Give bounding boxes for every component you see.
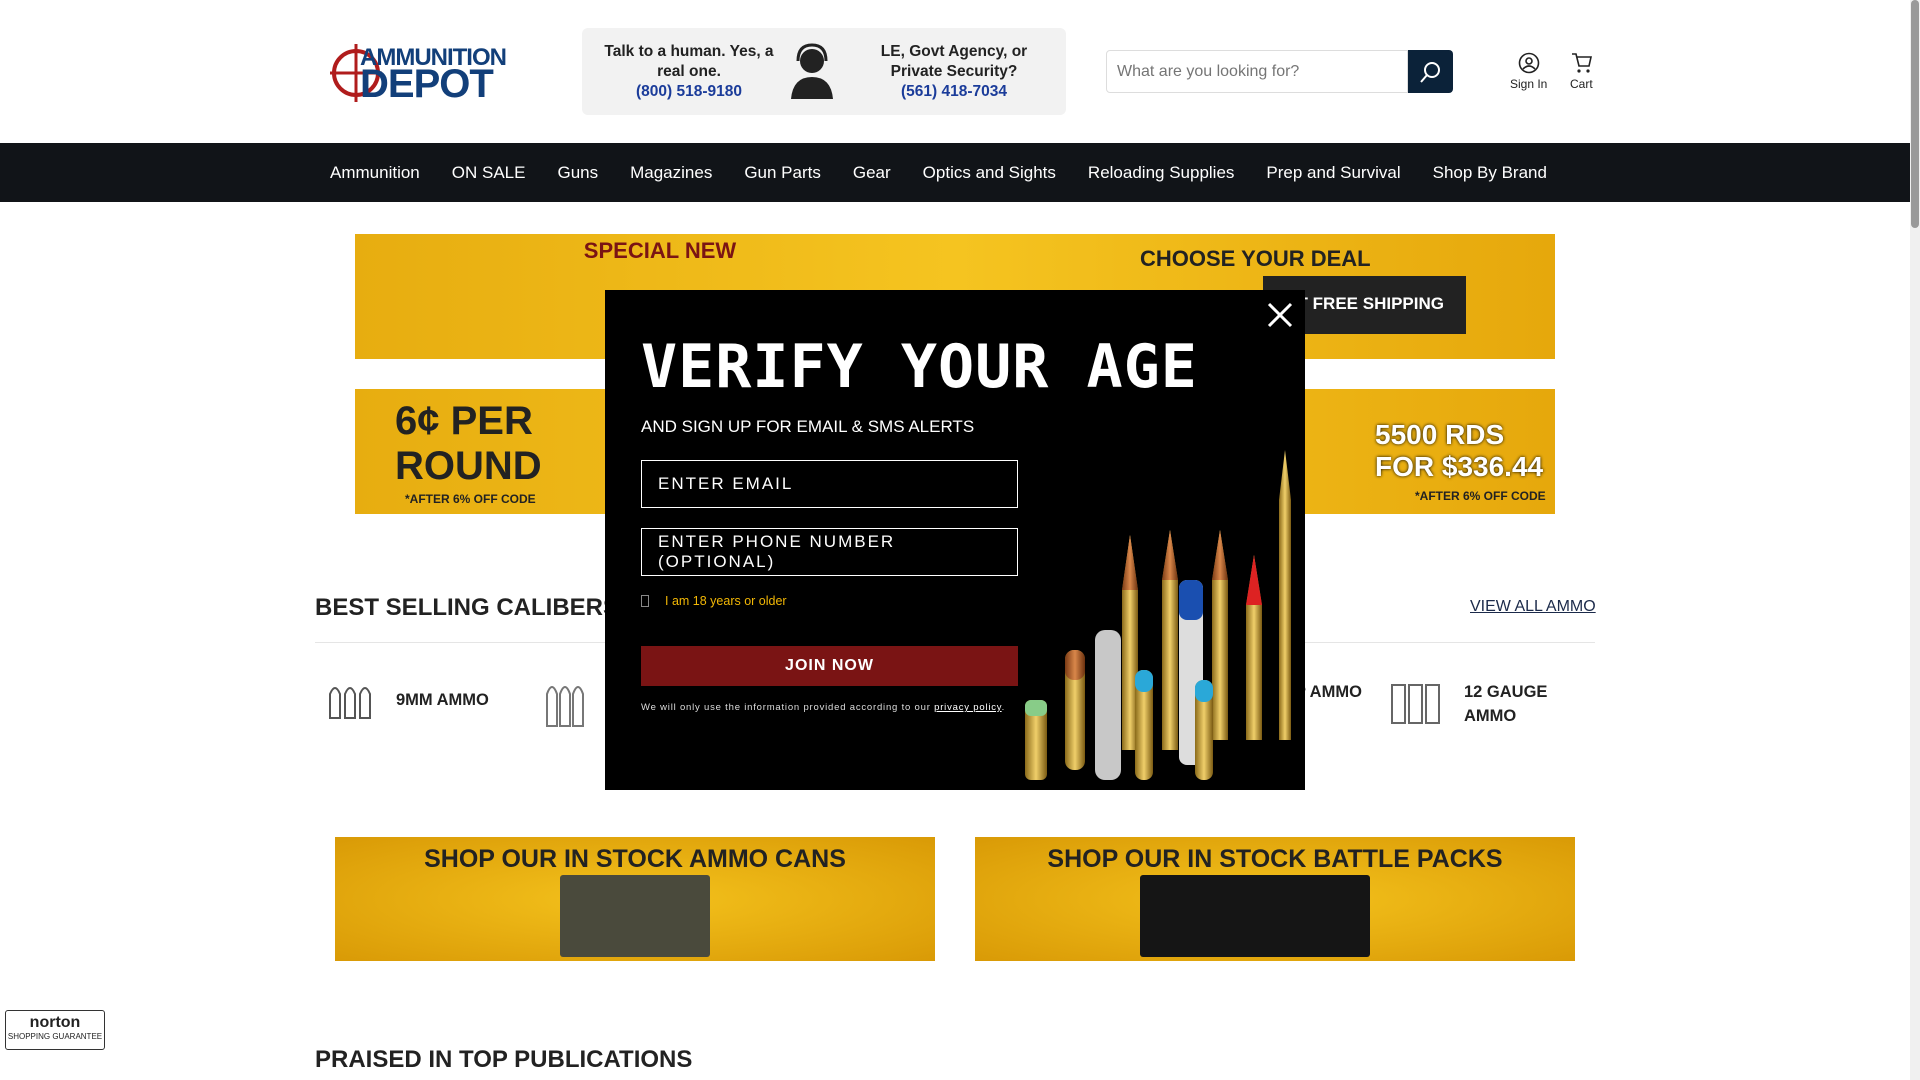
nav-ammunition[interactable]: Ammunition [330,163,420,183]
contact-box: Talk to a human. Yes, a real one. (800) 5… [582,28,1066,115]
banner-special-new: SPECIAL NEW [583,238,737,263]
praised-title: PRAISED IN TOP PUBLICATIONS [315,1046,693,1073]
caliber-label: 12 GAUGE AMMO [1464,683,1548,725]
norton-sub: SHOPPING GUARANTEE [7,1032,103,1041]
support-agent-icon [791,43,833,99]
phone-placeholder: ENTER PHONE NUMBER (OPTIONAL) [658,532,896,571]
shotshells-icon [1391,684,1440,724]
battle-packs-banner[interactable]: SHOP OUR IN STOCK BATTLE PACKS [975,837,1575,961]
modal-subtitle: AND SIGN UP FOR EMAIL & SMS ALERTS [641,417,975,436]
nav-guns[interactable]: Guns [557,163,598,183]
ammo-cans-label: SHOP OUR IN STOCK AMMO CANS [424,845,846,873]
logo-bottom: DEPOT [360,62,494,106]
sign-in-label: Sign In [1510,77,1548,91]
scrollbar-thumb[interactable] [1911,0,1919,228]
sign-in-button[interactable]: Sign In [1510,52,1547,91]
disclaimer-text: We will only use the information provide… [641,702,935,713]
nav-gear[interactable]: Gear [853,163,891,183]
nav-on-sale[interactable]: ON SALE [452,163,526,183]
battle-packs-label: SHOP OUR IN STOCK BATTLE PACKS [1047,845,1503,873]
nav-prep[interactable]: Prep and Survival [1266,163,1400,183]
ammo-can-image [560,875,710,957]
age-checkbox[interactable] [641,595,649,607]
phone-le-link[interactable]: (561) 418-7034 [869,82,1039,102]
age-label: I am 18 years or older [665,594,787,608]
modal-title: VERIFY YOUR AGE [641,332,1198,402]
banner-6-cents: 6¢ PER ROUND [395,399,542,488]
age-checkbox-row[interactable]: I am 18 years or older [641,594,787,608]
norton-badge[interactable]: norton SHOPPING GUARANTEE [5,1010,105,1050]
phone-sales-link[interactable]: (800) 518-9180 [604,82,774,102]
user-icon [1518,52,1539,74]
norton-name: norton [29,1014,81,1031]
banner-5500-rds: 5500 RDS FOR $336.44 [1375,419,1544,482]
main-nav: Ammunition ON SALE Guns Magazines Gun Pa… [0,143,1910,202]
header: AMMUNITION DEPOT Talk to a human. Yes, a… [0,0,1910,143]
phone-field[interactable]: ENTER PHONE NUMBER (OPTIONAL) [641,528,1018,576]
bullets-icon [546,686,584,727]
caliber-9mm[interactable]: 9MM AMMO [326,680,489,720]
caliber-label: 9MM AMMO [396,691,489,709]
ammo-cans-banner[interactable]: SHOP OUR IN STOCK AMMO CANS [335,837,935,961]
banner-right-note: *AFTER 6% OFF CODE [1415,489,1546,503]
nav-brand[interactable]: Shop By Brand [1433,163,1547,183]
cart-label: Cart [1570,77,1593,91]
contact-right-text: LE, Govt Agency, or Private Security? [880,43,1028,80]
banner-choose-deal: CHOOSE YOUR DEAL [1140,246,1371,271]
nav-magazines[interactable]: Magazines [630,163,712,183]
bullets-image [1025,450,1291,780]
cart-button[interactable]: Cart [1570,52,1593,91]
view-all-ammo-link[interactable]: VIEW ALL AMMO [1470,598,1596,616]
contact-left-text: Talk to a human. Yes, a real one. [604,43,774,80]
logo[interactable]: AMMUNITION DEPOT [330,42,522,106]
search-input[interactable] [1106,50,1408,93]
cart-icon [1572,53,1593,73]
caliber-12-gauge[interactable]: 12 GAUGE AMMO [1390,680,1554,728]
close-icon[interactable] [1265,300,1295,330]
nav-reloading[interactable]: Reloading Supplies [1088,163,1235,183]
privacy-policy-link[interactable]: privacy policy [934,702,1002,713]
bullets-icon [329,687,371,719]
disclaimer-end: . [1001,702,1006,713]
best-selling-title: BEST SELLING CALIBERS [315,594,620,621]
battle-pack-image [1140,875,1370,957]
caliber-label: P AMMO [1295,683,1362,701]
email-field[interactable]: ENTER EMAIL [641,460,1018,508]
search-icon [1419,61,1440,83]
nav-optics[interactable]: Optics and Sights [923,163,1056,183]
caliber-acp[interactable]: P AMMO [1295,680,1362,704]
join-now-button[interactable]: JOIN NOW [641,646,1018,686]
email-placeholder: ENTER EMAIL [658,474,794,493]
nav-gun-parts[interactable]: Gun Parts [744,163,821,183]
caliber-second[interactable] [543,680,585,728]
age-verify-modal: VERIFY YOUR AGE AND SIGN UP FOR EMAIL & … [605,290,1305,790]
banner-left-note: *AFTER 6% OFF CODE [405,492,536,506]
search-button[interactable] [1408,50,1453,93]
disclaimer: We will only use the information provide… [641,702,1005,713]
